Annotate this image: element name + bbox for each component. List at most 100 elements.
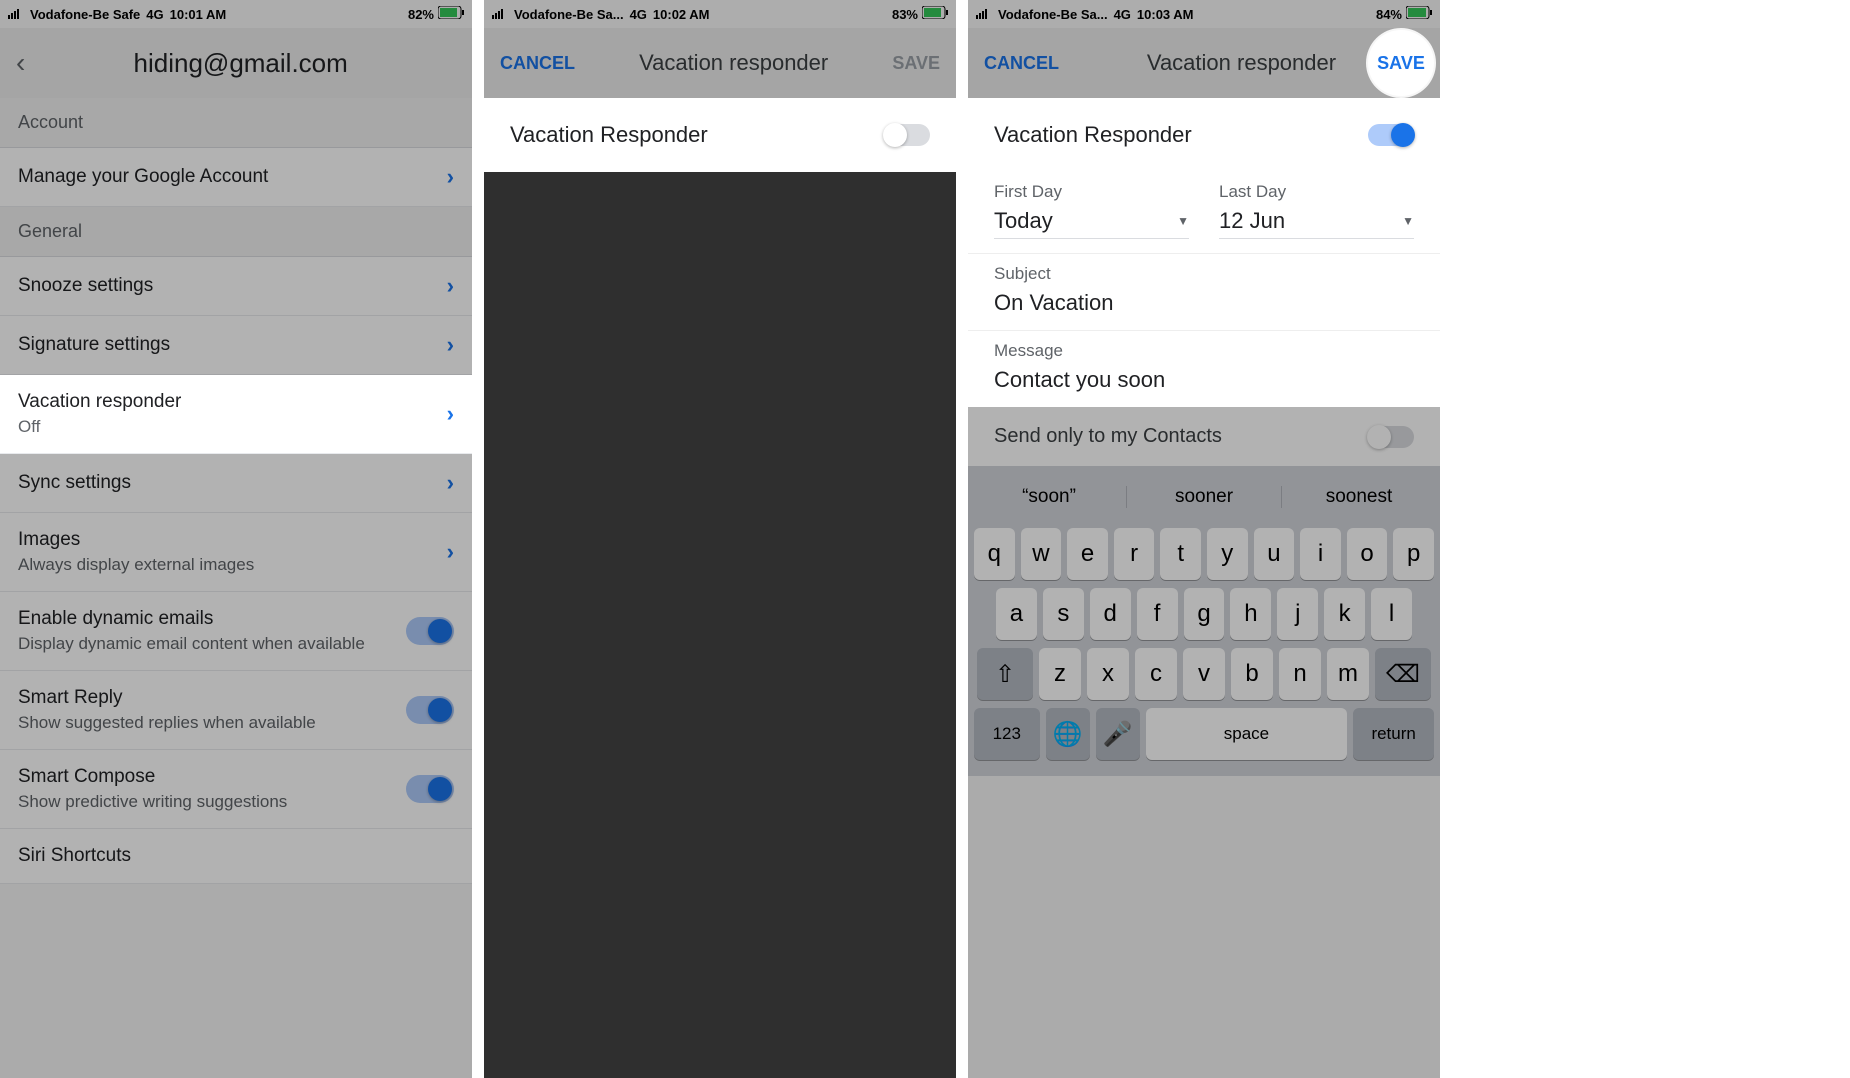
key-d[interactable]: d — [1090, 588, 1131, 640]
toggle-dynamic-emails[interactable] — [406, 617, 454, 645]
row-label: Sync settings — [18, 472, 447, 494]
screen-settings: Vodafone-Be Safe 4G 10:01 AM 82% ‹ hidin… — [0, 0, 472, 1078]
suggestion[interactable]: sooner — [1127, 486, 1282, 508]
battery-label: 84% — [1376, 7, 1402, 22]
page-title: hiding@gmail.com — [25, 48, 456, 79]
row-vacation-responder[interactable]: Vacation responder Off › — [0, 375, 472, 454]
save-button[interactable]: SAVE — [1377, 53, 1425, 74]
key-u[interactable]: u — [1254, 528, 1295, 580]
chevron-right-icon: › — [447, 273, 454, 299]
row-smart-compose[interactable]: Smart Compose Show predictive writing su… — [0, 750, 472, 829]
first-day-value: Today — [994, 208, 1053, 234]
key-b[interactable]: b — [1231, 648, 1273, 700]
key-i[interactable]: i — [1300, 528, 1341, 580]
row-smart-reply[interactable]: Smart Reply Show suggested replies when … — [0, 671, 472, 750]
row-sub: Display dynamic email content when avail… — [18, 634, 406, 654]
key-n[interactable]: n — [1279, 648, 1321, 700]
page-title: Vacation responder — [575, 50, 892, 76]
key-w[interactable]: w — [1021, 528, 1062, 580]
key-j[interactable]: j — [1277, 588, 1318, 640]
time-label: 10:01 AM — [170, 7, 227, 22]
key-z[interactable]: z — [1039, 648, 1081, 700]
chevron-right-icon: › — [447, 401, 454, 427]
key-row-4: 123 🌐 🎤 space return — [974, 708, 1434, 760]
row-signature[interactable]: Signature settings › — [0, 316, 472, 375]
first-day-selector[interactable]: Today ▼ — [994, 208, 1189, 239]
row-sub: Always display external images — [18, 555, 447, 575]
keyboard: “soon” sooner soonest q w e r t y u i o … — [968, 466, 1440, 776]
row-dynamic-emails[interactable]: Enable dynamic emails Display dynamic em… — [0, 592, 472, 671]
chevron-right-icon: › — [447, 164, 454, 190]
caret-down-icon: ▼ — [1402, 214, 1414, 228]
key-y[interactable]: y — [1207, 528, 1248, 580]
row-siri-shortcuts[interactable]: Siri Shortcuts — [0, 829, 472, 884]
key-h[interactable]: h — [1230, 588, 1271, 640]
row-sync[interactable]: Sync settings › — [0, 454, 472, 513]
key-s[interactable]: s — [1043, 588, 1084, 640]
toggle-send-only-contacts[interactable] — [1368, 426, 1414, 448]
numbers-key[interactable]: 123 — [974, 708, 1040, 760]
key-row-1: q w e r t y u i o p — [974, 528, 1434, 580]
key-m[interactable]: m — [1327, 648, 1369, 700]
suggestion[interactable]: “soon” — [972, 486, 1127, 508]
key-t[interactable]: t — [1160, 528, 1201, 580]
suggestion[interactable]: soonest — [1282, 486, 1436, 508]
battery-label: 83% — [892, 7, 918, 22]
backspace-icon: ⌫ — [1386, 660, 1420, 689]
toggle-label: Vacation Responder — [994, 122, 1192, 148]
nav-bar: CANCEL Vacation responder SAVE — [484, 28, 956, 98]
last-day-selector[interactable]: 12 Jun ▼ — [1219, 208, 1414, 239]
cancel-button[interactable]: CANCEL — [500, 53, 575, 74]
key-o[interactable]: o — [1347, 528, 1388, 580]
signal-icon — [8, 7, 24, 22]
caret-down-icon: ▼ — [1177, 214, 1189, 228]
carrier-label: Vodafone-Be Safe — [30, 7, 140, 22]
save-button[interactable]: SAVE — [892, 53, 940, 74]
space-key[interactable]: space — [1146, 708, 1348, 760]
key-v[interactable]: v — [1183, 648, 1225, 700]
row-label: Manage your Google Account — [18, 166, 447, 188]
row-dates: First Day Today ▼ Last Day 12 Jun ▼ — [968, 172, 1440, 254]
subject-field[interactable]: Subject On Vacation — [968, 254, 1440, 331]
row-label: Enable dynamic emails — [18, 608, 406, 630]
mic-key[interactable]: 🎤 — [1096, 708, 1140, 760]
status-bar: Vodafone-Be Safe 4G 10:01 AM 82% — [0, 0, 472, 28]
toggle-label: Vacation Responder — [510, 122, 708, 148]
status-bar: Vodafone-Be Sa... 4G 10:03 AM 84% — [968, 0, 1440, 28]
globe-key[interactable]: 🌐 — [1046, 708, 1090, 760]
message-field[interactable]: Message Contact you soon — [968, 331, 1440, 407]
status-bar: Vodafone-Be Sa... 4G 10:02 AM 83% — [484, 0, 956, 28]
key-c[interactable]: c — [1135, 648, 1177, 700]
section-general: General — [0, 207, 472, 257]
mic-icon: 🎤 — [1103, 720, 1133, 749]
key-q[interactable]: q — [974, 528, 1015, 580]
key-x[interactable]: x — [1087, 648, 1129, 700]
backspace-key[interactable]: ⌫ — [1375, 648, 1431, 700]
row-snooze[interactable]: Snooze settings › — [0, 257, 472, 316]
cancel-button[interactable]: CANCEL — [984, 53, 1059, 74]
key-a[interactable]: a — [996, 588, 1037, 640]
key-l[interactable]: l — [1371, 588, 1412, 640]
key-g[interactable]: g — [1184, 588, 1225, 640]
toggle-vacation-responder[interactable] — [884, 124, 930, 146]
return-key[interactable]: return — [1353, 708, 1434, 760]
row-label: Vacation responder — [18, 391, 447, 413]
toggle-smart-reply[interactable] — [406, 696, 454, 724]
key-f[interactable]: f — [1137, 588, 1178, 640]
row-label: Siri Shortcuts — [18, 845, 454, 867]
toggle-smart-compose[interactable] — [406, 775, 454, 803]
key-p[interactable]: p — [1393, 528, 1434, 580]
row-label: Images — [18, 529, 447, 551]
toggle-vacation-responder[interactable] — [1368, 124, 1414, 146]
row-sub: Show predictive writing suggestions — [18, 792, 406, 812]
row-manage-account[interactable]: Manage your Google Account › — [0, 148, 472, 207]
shift-key[interactable]: ⇧ — [977, 648, 1033, 700]
key-e[interactable]: e — [1067, 528, 1108, 580]
contacts-label: Send only to my Contacts — [994, 425, 1222, 448]
save-button-highlight[interactable]: SAVE — [1368, 30, 1434, 96]
row-images[interactable]: Images Always display external images › — [0, 513, 472, 592]
key-r[interactable]: r — [1114, 528, 1155, 580]
back-icon[interactable]: ‹ — [16, 47, 25, 79]
shift-icon: ⇧ — [995, 660, 1015, 689]
key-k[interactable]: k — [1324, 588, 1365, 640]
